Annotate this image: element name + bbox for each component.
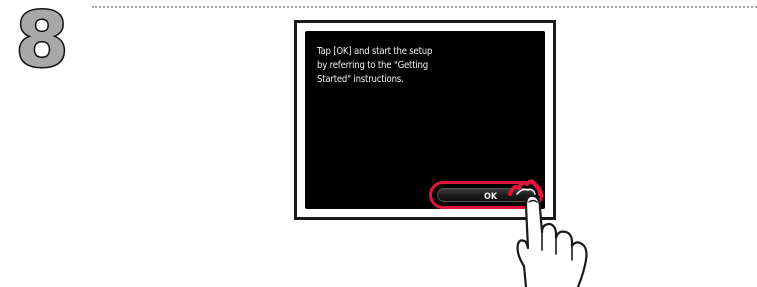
step-number-text: 8 (16, 0, 69, 76)
setup-instruction-message: Tap [OK] and start the setup by referrin… (317, 46, 433, 85)
section-divider (92, 6, 757, 8)
step-number: 8 (4, 0, 86, 76)
ok-button-label: OK (484, 192, 498, 202)
screen-display: Tap [OK] and start the setup by referrin… (305, 31, 545, 209)
pointing-hand-icon (516, 194, 588, 287)
